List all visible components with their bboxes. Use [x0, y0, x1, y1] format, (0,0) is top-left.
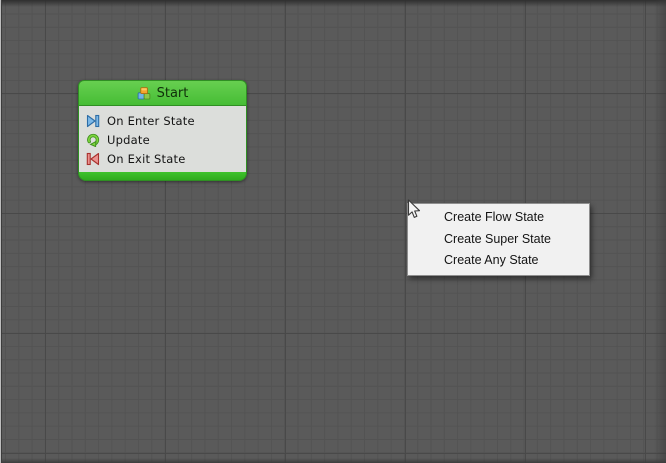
- node-event-label: Update: [107, 133, 150, 147]
- state-node-body: On Enter State Update: [78, 106, 247, 172]
- skip-forward-icon: [86, 114, 100, 128]
- canvas-top-shadow: [0, 0, 666, 7]
- node-event-label: On Enter State: [107, 114, 195, 128]
- state-node-footer: [78, 172, 247, 181]
- node-event-row-enter: On Enter State: [79, 111, 246, 130]
- menu-item-create-any-state[interactable]: Create Any State: [408, 250, 589, 272]
- node-event-row-update: Update: [79, 130, 246, 149]
- state-machine-cubes-icon: [137, 86, 151, 100]
- context-menu: Create Flow State Create Super State Cre…: [407, 203, 590, 276]
- menu-item-create-flow-state[interactable]: Create Flow State: [408, 207, 589, 229]
- canvas-right-shadow: [654, 0, 666, 463]
- skip-back-icon: [86, 152, 100, 166]
- graph-canvas[interactable]: Start On Enter State: [0, 0, 666, 463]
- state-node-header[interactable]: Start: [78, 80, 247, 106]
- node-event-row-exit: On Exit State: [79, 149, 246, 168]
- refresh-loop-icon: [86, 133, 100, 147]
- state-node-title: Start: [157, 86, 189, 101]
- menu-item-create-super-state[interactable]: Create Super State: [408, 229, 589, 251]
- state-node-start[interactable]: Start On Enter State: [78, 80, 247, 181]
- node-event-label: On Exit State: [107, 152, 185, 166]
- canvas-bottom-shadow: [0, 458, 666, 463]
- window-left-edge: [0, 0, 2, 463]
